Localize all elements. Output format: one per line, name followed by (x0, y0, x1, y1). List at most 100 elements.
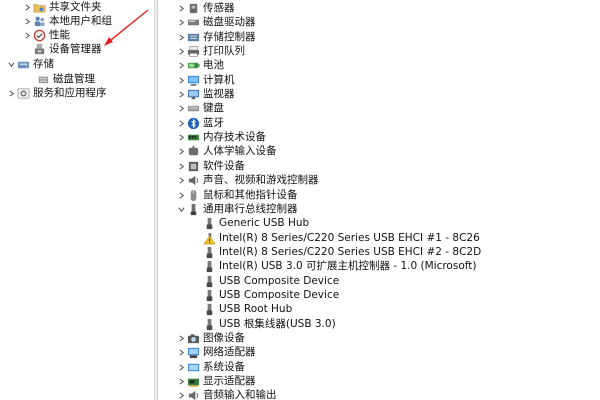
tree-item-shared-folders[interactable]: 共享文件夹 (22, 0, 102, 14)
device-category[interactable]: 图像设备 (176, 331, 245, 345)
tree-item-performance[interactable]: 性能 (22, 28, 70, 42)
device-manager-icon (32, 42, 46, 56)
chevron-right-icon[interactable] (176, 374, 186, 388)
chevron-down-icon[interactable] (6, 57, 16, 71)
device-category[interactable]: 键盘 (176, 101, 224, 115)
usb-device-icon (202, 317, 216, 331)
device-category[interactable]: 打印队列 (176, 44, 245, 58)
tree-item-services-apps[interactable]: 服务和应用程序 (6, 86, 107, 100)
chevron-right-icon[interactable] (176, 144, 186, 158)
chevron-right-icon[interactable] (176, 331, 186, 345)
device-category[interactable]: 人体学输入设备 (176, 144, 277, 158)
usb-device-icon (202, 259, 216, 273)
disk-drive-icon (186, 15, 200, 29)
usb-device-item[interactable]: Generic USB Hub (202, 216, 309, 230)
device-category[interactable]: 系统设备 (176, 360, 245, 374)
tree-item-storage[interactable]: 存储 (6, 57, 54, 71)
camera-icon (186, 331, 200, 345)
computer-management-window: 共享文件夹 本地用户和组 性能 设备管理器 存储 磁盘管理 服务和应用程序 传感… (0, 0, 600, 400)
device-category[interactable]: 监视器 (176, 87, 235, 101)
tree-item-device-manager[interactable]: 设备管理器 (32, 42, 102, 56)
device-label: USB Composite Device (219, 289, 340, 301)
mouse-icon (186, 188, 200, 202)
device-category[interactable]: 鼠标和其他指针设备 (176, 188, 298, 202)
device-label: 声音、视频和游戏控制器 (203, 174, 319, 186)
chevron-down-icon[interactable] (176, 202, 186, 216)
pane-splitter[interactable] (154, 0, 158, 400)
audio-io-icon (186, 388, 200, 400)
shared-folder-icon (32, 0, 46, 14)
device-category[interactable]: 显示适配器 (176, 374, 256, 388)
device-label: 电池 (203, 59, 224, 71)
services-icon (16, 86, 30, 100)
chevron-right-icon[interactable] (176, 1, 186, 15)
device-label: 人体学输入设备 (203, 145, 277, 157)
usb-device-item[interactable]: Intel(R) USB 3.0 可扩展主机控制器 - 1.0 (Microso… (202, 259, 476, 273)
chevron-right-icon[interactable] (176, 345, 186, 359)
chevron-right-icon[interactable] (176, 130, 186, 144)
chevron-right-icon[interactable] (176, 87, 186, 101)
tree-item-label: 服务和应用程序 (33, 87, 107, 99)
usb-device-icon (202, 302, 216, 316)
tree-item-label: 存储 (33, 58, 54, 70)
chevron-right-icon[interactable] (176, 15, 186, 29)
sensor-icon (186, 1, 200, 15)
device-label: 蓝牙 (203, 117, 224, 129)
usb-device-item[interactable]: USB Composite Device (202, 288, 339, 302)
device-category[interactable]: 电池 (176, 58, 224, 72)
device-category[interactable]: 传感器 (176, 1, 235, 15)
chevron-right-icon[interactable] (22, 28, 32, 42)
battery-icon (186, 58, 200, 72)
chevron-right-icon[interactable] (176, 101, 186, 115)
tree-item-label: 设备管理器 (49, 43, 102, 55)
chevron-right-icon[interactable] (176, 44, 186, 58)
device-category[interactable]: 内存技术设备 (176, 130, 266, 144)
device-label: 鼠标和其他指针设备 (203, 189, 298, 201)
chevron-right-icon[interactable] (176, 73, 186, 87)
software-device-icon (186, 159, 200, 173)
chevron-right-icon[interactable] (176, 58, 186, 72)
tree-item-label: 性能 (49, 29, 70, 41)
device-label: USB Root Hub (219, 303, 293, 315)
device-label: 软件设备 (203, 160, 245, 172)
keyboard-icon (186, 101, 200, 115)
device-category[interactable]: 蓝牙 (176, 116, 224, 130)
chevron-right-icon[interactable] (22, 0, 32, 14)
chevron-right-icon[interactable] (176, 116, 186, 130)
usb-device-item[interactable]: USB Root Hub (202, 302, 292, 316)
usb-device-icon (202, 245, 216, 259)
chevron-right-icon[interactable] (22, 14, 32, 28)
tree-item-disk-management[interactable]: 磁盘管理 (36, 72, 95, 86)
usb-icon (186, 202, 200, 216)
chevron-right-icon[interactable] (176, 159, 186, 173)
device-label: 打印队列 (203, 45, 245, 57)
usb-device-icon (202, 288, 216, 302)
storage-icon (16, 57, 30, 71)
tree-item-local-users[interactable]: 本地用户和组 (22, 14, 112, 28)
device-label: 磁盘驱动器 (203, 16, 256, 28)
device-category[interactable]: 软件设备 (176, 159, 245, 173)
chevron-right-icon[interactable] (176, 188, 186, 202)
device-category[interactable]: 网络适配器 (176, 345, 256, 359)
usb-device-item[interactable]: USB 根集线器(USB 3.0) (202, 317, 336, 331)
device-category-usb[interactable]: 通用串行总线控制器 (176, 202, 298, 216)
chevron-right-icon[interactable] (176, 173, 186, 187)
device-category[interactable]: 计算机 (176, 73, 235, 87)
device-category[interactable]: 声音、视频和游戏控制器 (176, 173, 319, 187)
chevron-right-icon[interactable] (6, 86, 16, 100)
device-label: 网络适配器 (203, 346, 256, 358)
tree-item-label: 磁盘管理 (53, 73, 95, 85)
chevron-right-icon[interactable] (176, 388, 186, 400)
device-category[interactable]: 存储控制器 (176, 30, 256, 44)
usb-device-icon (202, 216, 216, 230)
usb-device-item[interactable]: Intel(R) 8 Series/C220 Series USB EHCI #… (202, 245, 481, 259)
device-category[interactable]: 音频输入和输出 (176, 388, 277, 400)
usb-device-item[interactable]: USB Composite Device (202, 274, 339, 288)
device-label: 图像设备 (203, 332, 245, 344)
chevron-right-icon[interactable] (176, 30, 186, 44)
chevron-right-icon[interactable] (176, 360, 186, 374)
device-category[interactable]: 磁盘驱动器 (176, 15, 256, 29)
monitor-icon (186, 87, 200, 101)
disk-management-icon (36, 72, 50, 86)
usb-device-item[interactable]: Intel(R) 8 Series/C220 Series USB EHCI #… (202, 231, 480, 245)
